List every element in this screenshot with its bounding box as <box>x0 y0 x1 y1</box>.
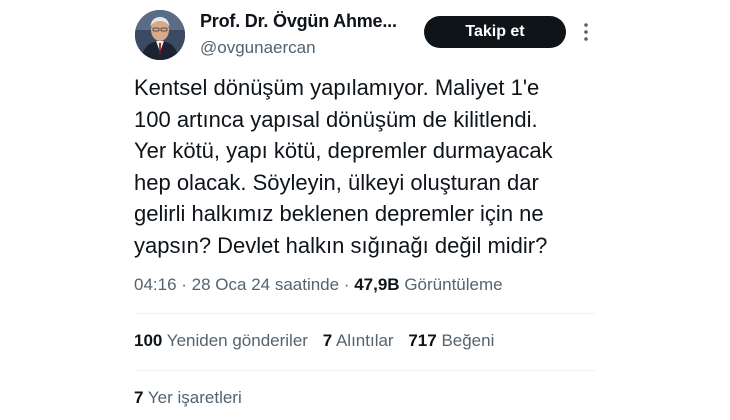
tweet-text: Kentsel dönüşüm yapılamıyor. Maliyet 1'e… <box>134 75 553 258</box>
follow-button[interactable]: Takip et <box>424 16 566 48</box>
likes-count: 717 <box>408 331 437 350</box>
reposts-label: Yeniden gönderiler <box>166 331 308 350</box>
likes-stat[interactable]: 717 Beğeni <box>408 331 494 351</box>
quotes-count: 7 <box>322 331 333 350</box>
divider <box>134 370 596 371</box>
tweet-meta: 04:16 · 28 Oca 24 saatinde · 47,9B Görün… <box>134 275 503 295</box>
avatar-image <box>135 10 185 60</box>
quotes-stat[interactable]: 7 Alıntılar <box>323 331 394 351</box>
bookmarks-label: Yer işaretleri <box>147 388 242 407</box>
views-count: 47,9B <box>354 275 400 294</box>
more-vertical-icon[interactable] <box>576 20 596 44</box>
reposts-stat[interactable]: 100 Yeniden gönderiler <box>134 331 308 351</box>
bookmarks-stat[interactable]: 7 Yer işaretleri <box>134 388 242 408</box>
tweet-date[interactable]: 28 Oca 24 saatinde <box>192 275 339 294</box>
views-label: Görüntüleme <box>404 275 503 294</box>
author-handle[interactable]: @ovgunaercan <box>200 38 316 58</box>
likes-label: Beğeni <box>441 331 495 350</box>
reposts-count: 100 <box>134 331 163 350</box>
divider <box>134 313 596 314</box>
meta-separator: · <box>339 275 355 294</box>
engagement-stats: 100 Yeniden gönderiler 7 Alıntılar 717 B… <box>134 331 504 351</box>
avatar[interactable] <box>135 10 185 60</box>
quotes-label: Alıntılar <box>335 331 394 350</box>
tweet-time[interactable]: 04:16 <box>134 275 177 294</box>
bookmarks-count: 7 <box>134 388 144 407</box>
author-display-name[interactable]: Prof. Dr. Övgün Ahme... <box>200 11 397 32</box>
tweet-detail: Prof. Dr. Övgün Ahme... @ovgunaercan Tak… <box>0 0 730 420</box>
meta-separator: · <box>176 275 192 294</box>
